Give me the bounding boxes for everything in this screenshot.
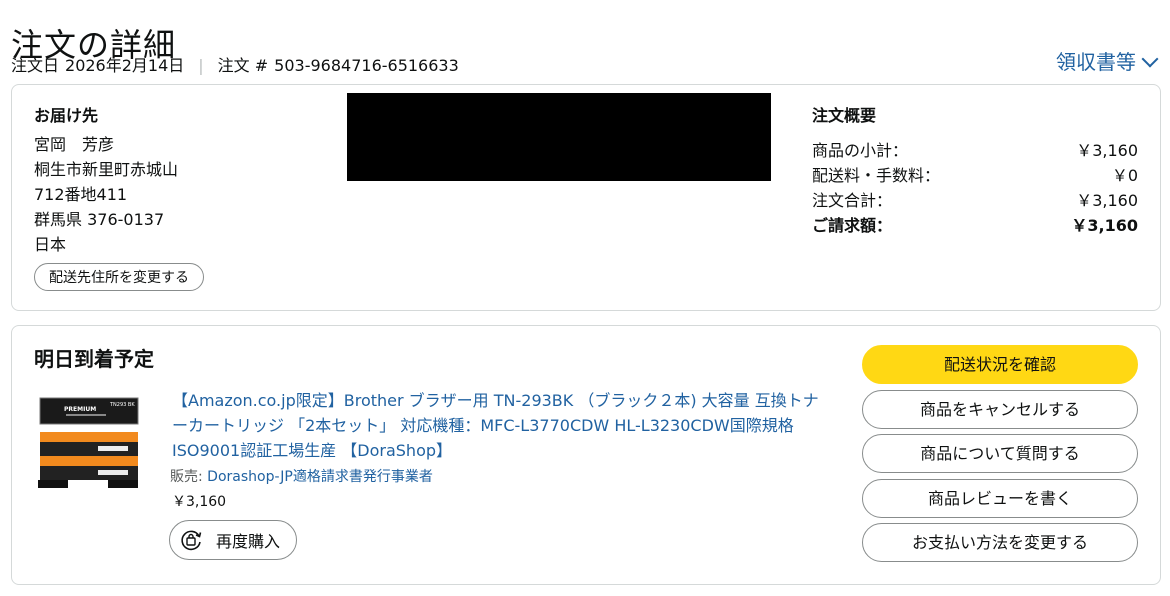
meta-divider: | [198, 56, 204, 75]
thumb-premium-text: PREMIUM [64, 406, 96, 413]
receipt-link-label: 領収書等 [1056, 50, 1136, 74]
summary-label: 商品の小計： [812, 141, 909, 160]
seller-link[interactable]: Dorashop-JP適格請求書発行事業者 [207, 469, 433, 485]
summary-value: ￥0 [1111, 166, 1138, 185]
chevron-down-icon [1141, 50, 1159, 68]
summary-value: ￥3,160 [1076, 191, 1138, 210]
address-line-2: 712番地411 [34, 185, 128, 204]
order-meta: 注文日 2026年2月14日 | 注文 # 503-9684716-651663… [11, 55, 459, 77]
change-address-button[interactable]: 配送先住所を変更する [34, 263, 204, 291]
ask-question-button[interactable]: 商品について質問する [862, 434, 1138, 473]
summary-row-subtotal: 商品の小計： ￥3,160 [812, 138, 1138, 163]
summary-value: ￥3,160 [1071, 216, 1138, 235]
summary-label: 注文合計： [812, 191, 893, 210]
summary-heading: 注文概要 [812, 106, 877, 125]
cancel-item-button[interactable]: 商品をキャンセルする [862, 389, 1138, 429]
address-country: 日本 [34, 235, 67, 254]
product-title-link[interactable]: 【Amazon.co.jp限定】Brother ブラザー用 TN-293BK （… [172, 388, 822, 463]
thumb-model-text: TN293 BK [109, 402, 135, 408]
shipment-actions: 配送状況を確認 商品をキャンセルする 商品について質問する 商品レビューを書く … [862, 345, 1138, 568]
receipt-dropdown[interactable]: 領収書等 [1056, 48, 1159, 76]
buy-again-icon [181, 530, 202, 551]
item-price: ￥3,160 [172, 494, 227, 510]
buy-again-label: 再度購入 [216, 532, 281, 551]
buy-again-button[interactable]: 再度購入 [169, 520, 298, 560]
shipping-address: 宮岡 芳彦 桐生市新里町赤城山 712番地411 群馬県 376-0137 日本 [34, 132, 178, 257]
order-info-box: お届け先 宮岡 芳彦 桐生市新里町赤城山 712番地411 群馬県 376-01… [11, 84, 1161, 311]
order-date: 2026年2月14日 [65, 56, 185, 75]
seller-info: 販売: Dorashop-JP適格請求書発行事業者 [170, 467, 433, 487]
shipping-heading: お届け先 [34, 106, 99, 125]
seller-label: 販売: [170, 469, 203, 485]
address-line-1: 桐生市新里町赤城山 [34, 160, 179, 179]
redacted-area [347, 93, 771, 181]
change-payment-button[interactable]: お支払い方法を変更する [862, 523, 1138, 562]
summary-value: ￥3,160 [1076, 141, 1138, 160]
summary-label: ご請求額： [812, 216, 893, 235]
shipment-box: 明日到着予定 PREMIUM TN293 BK 【Amazon.co.jp限定】… [11, 325, 1161, 585]
track-package-button[interactable]: 配送状況を確認 [862, 345, 1138, 384]
summary-row-total: 注文合計： ￥3,160 [812, 188, 1138, 213]
product-thumbnail[interactable]: PREMIUM TN293 BK [38, 394, 142, 496]
summary-row-shipping: 配送料・手数料： ￥0 [812, 163, 1138, 188]
arrival-status: 明日到着予定 [34, 347, 154, 371]
write-review-button[interactable]: 商品レビューを書く [862, 478, 1138, 518]
order-date-label: 注文日 [11, 56, 60, 75]
summary-row-billed: ご請求額： ￥3,160 [812, 213, 1138, 238]
order-number-label: 注文 # [217, 56, 269, 75]
order-number: 503-9684716-6516633 [274, 56, 459, 75]
order-summary: 注文概要 商品の小計： ￥3,160 配送料・手数料： ￥0 注文合計： ￥3,… [812, 105, 1138, 238]
address-line-3: 群馬県 376-0137 [34, 210, 165, 229]
summary-label: 配送料・手数料： [812, 166, 941, 185]
recipient-name: 宮岡 芳彦 [34, 135, 115, 154]
